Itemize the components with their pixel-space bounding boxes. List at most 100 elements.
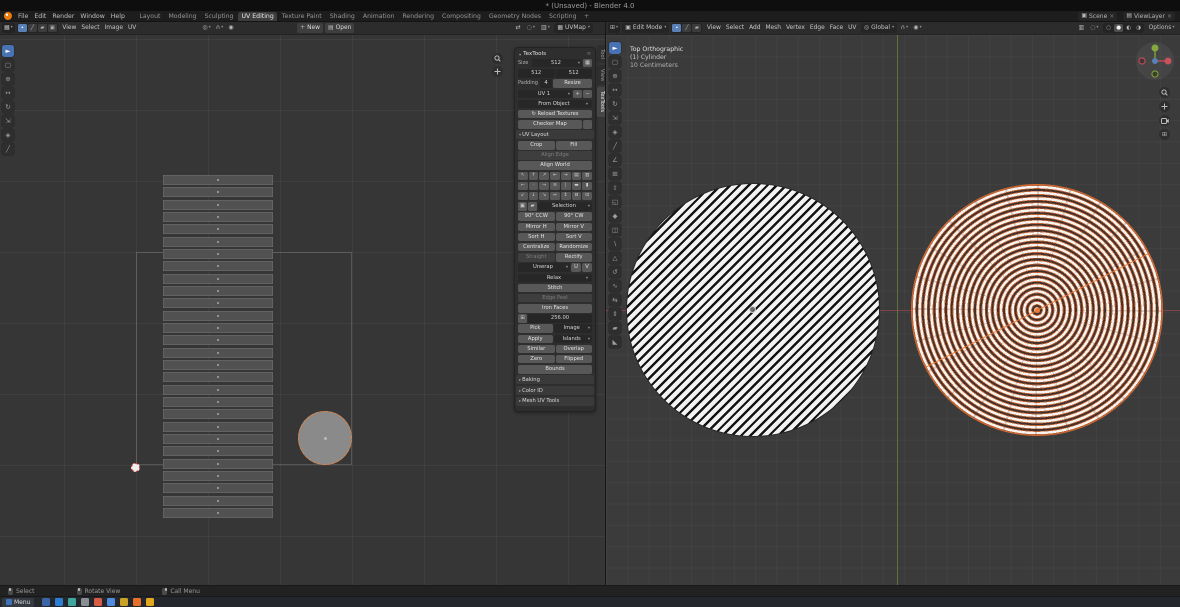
sidebar-tab-textools[interactable]: TexTools — [597, 87, 605, 116]
checker-map-button[interactable]: Checker Map — [518, 120, 582, 128]
uv-channel-dropdown[interactable]: UV 1▾ — [518, 90, 572, 98]
viewport-menu-mesh[interactable]: Mesh — [763, 25, 784, 31]
add-cube-tool[interactable]: ⊞ — [609, 168, 621, 180]
selection-dropdown[interactable]: Selection▾ — [538, 202, 592, 210]
uv-menu-uv[interactable]: UV — [125, 25, 138, 31]
viewport-menu-add[interactable]: Add — [747, 25, 763, 31]
viewport-editor-type-button[interactable]: ⊞ ▾ — [608, 23, 620, 33]
snap-button[interactable]: ∩ ▾ — [899, 25, 910, 31]
unwrap-u-button[interactable]: U — [571, 263, 581, 271]
tweak-tool[interactable]: ► — [609, 42, 621, 54]
uv-island-strip[interactable] — [163, 385, 273, 395]
topbar-menu-file[interactable]: File — [15, 13, 31, 20]
uv-island-strip[interactable] — [163, 459, 273, 469]
edge-slide-tool[interactable]: ⇆ — [609, 294, 621, 306]
overlap-button[interactable]: Overlap — [556, 345, 593, 353]
bevel-tool[interactable]: ◆ — [609, 210, 621, 222]
pivot-point-button[interactable]: ◎ ▾ — [201, 25, 212, 31]
camera-view-button[interactable] — [1159, 115, 1170, 126]
sort-h-button[interactable]: Sort H — [518, 233, 555, 241]
viewport-menu-edge[interactable]: Edge — [807, 25, 827, 31]
viewport-menu-face[interactable]: Face — [827, 25, 845, 31]
move-tool[interactable]: ↔ — [2, 87, 14, 99]
iron-faces-button[interactable]: Iron Faces — [518, 304, 592, 312]
poly-build-tool[interactable]: △ — [609, 252, 621, 264]
overlays-button[interactable]: ◌ ▾ — [1089, 25, 1100, 31]
topbar-menu-edit[interactable]: Edit — [31, 13, 49, 20]
uv-island-strip[interactable] — [163, 335, 273, 345]
annotate-tool[interactable]: ╱ — [2, 143, 14, 155]
app-icon-5[interactable] — [94, 598, 102, 606]
crop-button[interactable]: Crop — [518, 141, 555, 149]
size-image-button[interactable]: ▦ — [583, 59, 592, 67]
mirror-h-button[interactable]: Mirror H — [518, 223, 555, 231]
gizmo-x-axis[interactable] — [1165, 58, 1172, 65]
app-icon-7[interactable] — [120, 598, 128, 606]
workspace-tab-compositing[interactable]: Compositing — [439, 12, 485, 21]
uv-map-dropdown[interactable]: ▦ UVMap ▾ — [554, 23, 593, 33]
textools-row-color-id[interactable]: ▸Color ID — [516, 386, 594, 395]
app-icon-1[interactable] — [42, 598, 50, 606]
sort-v-button[interactable]: Sort V — [556, 233, 593, 241]
90-cw-button[interactable]: 90° CW — [556, 212, 593, 220]
view-layer-unlink-icon[interactable]: × — [1167, 13, 1172, 20]
app-icon-4[interactable] — [81, 598, 89, 606]
gizmo-y-axis[interactable] — [1152, 45, 1159, 52]
mirror-v-button[interactable]: Mirror V — [556, 223, 593, 231]
align-icon-12-1[interactable]: ◦ — [529, 182, 539, 190]
wireframe-shading-button[interactable]: ○ — [1104, 24, 1113, 32]
uv-editor-canvas[interactable]: ►▢⊕↔↻⇲◈╱ ▾ TexTools ≡ Size512▾▦512512Pad… — [0, 35, 605, 585]
app-icon-2[interactable] — [55, 598, 63, 606]
uv-2d-cursor[interactable] — [131, 463, 140, 472]
uv-menu-view[interactable]: View — [60, 25, 79, 31]
resize-button[interactable]: Resize — [553, 79, 592, 87]
align-icon-13-6[interactable]: ⊡ — [582, 192, 592, 200]
cursor-2d-tool[interactable]: ⊕ — [2, 73, 14, 85]
align-icon-11-6[interactable]: ▥ — [582, 172, 592, 180]
texel-density-field[interactable]: 256.00 — [528, 314, 592, 322]
uv-island-strip[interactable] — [163, 224, 273, 234]
uv-island-strip[interactable] — [163, 496, 273, 506]
new-image-button[interactable]: + New — [297, 23, 323, 33]
shrink-fatten-tool[interactable]: ⇕ — [609, 308, 621, 320]
uv-island-strip[interactable] — [163, 274, 273, 284]
reload-textures-button[interactable]: ↻ Reload Textures — [518, 110, 592, 118]
uv-island-strip[interactable] — [163, 434, 273, 444]
scale-tool[interactable]: ⇲ — [2, 115, 14, 127]
align-mode-button-2[interactable]: ▰ — [528, 202, 537, 210]
zoom-button[interactable] — [492, 53, 503, 64]
mode-dropdown[interactable]: ▣ Edit Mode ▾ — [622, 23, 669, 33]
align-icon-11-1[interactable]: ↑ — [529, 172, 539, 180]
uv-island-select-button[interactable]: ▣ — [48, 24, 57, 32]
align-mode-button[interactable]: ▣ — [518, 202, 527, 210]
extrude-region-tool[interactable]: ⇧ — [609, 182, 621, 194]
inset-faces-tool[interactable]: ◱ — [609, 196, 621, 208]
uv-island-strip[interactable] — [163, 249, 273, 259]
align-icon-12-0[interactable]: ← — [518, 182, 528, 190]
uv-island-strip[interactable] — [163, 286, 273, 296]
align-icon-13-3[interactable]: ↔ — [550, 192, 560, 200]
uv-edge-select-button[interactable]: ╱ — [28, 24, 37, 32]
align-icon-12-4[interactable]: ∣ — [561, 182, 571, 190]
transform-tool[interactable]: ◈ — [609, 126, 621, 138]
orientation-dropdown[interactable]: ◎ Global ▾ — [861, 23, 897, 33]
align-icon-12-5[interactable]: ▬ — [572, 182, 582, 190]
similar-button[interactable]: Similar — [518, 345, 555, 353]
textools-row-baking[interactable]: ▸Baking — [516, 375, 594, 384]
viewport-menu-uv[interactable]: UV — [846, 25, 859, 31]
proportional-edit-button[interactable]: ◉ — [227, 25, 235, 31]
uv-island-strip[interactable] — [163, 372, 273, 382]
uv-menu-select[interactable]: Select — [79, 25, 102, 31]
sidebar-tab-view[interactable]: View — [597, 65, 605, 85]
uv-island-strip[interactable] — [163, 446, 273, 456]
sidebar-tab-tool[interactable]: Tool — [597, 45, 605, 63]
vertex-select-button[interactable]: ∙ — [672, 24, 681, 32]
app-icon-3[interactable] — [68, 598, 76, 606]
workspace-tab-animation[interactable]: Animation — [359, 12, 398, 21]
centralize-button[interactable]: Centralize — [518, 243, 555, 251]
padding-field[interactable]: 4 — [540, 79, 552, 87]
align-icon-11-2[interactable]: ↗ — [539, 172, 549, 180]
viewport-menu-vertex[interactable]: Vertex — [783, 25, 807, 31]
loop-cut-tool[interactable]: ◫ — [609, 224, 621, 236]
face-select-button[interactable]: ▰ — [692, 24, 701, 32]
